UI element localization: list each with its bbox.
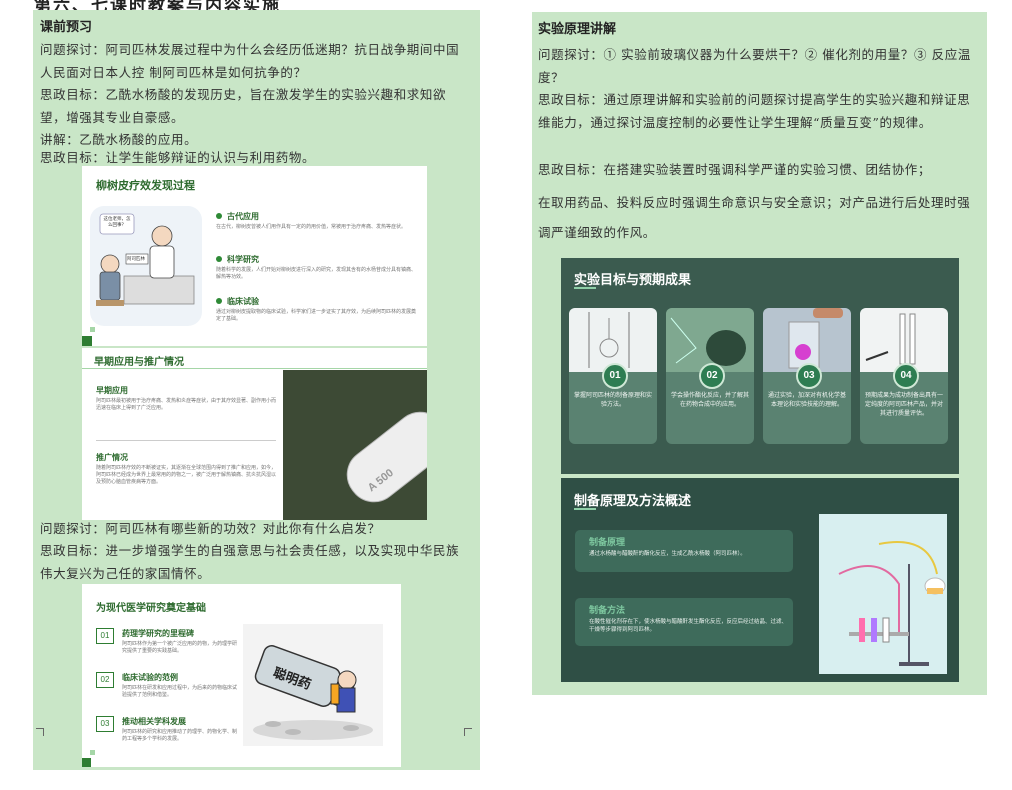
aspirin-sign: 阿司匹林 xyxy=(127,256,145,261)
left-paragraph-6: 思政目标：进一步增强学生的自强意思与社会责任感，以及实现中华民族伟大复兴为己任的… xyxy=(40,543,460,581)
item-head: 临床试验的范例 xyxy=(122,673,178,682)
card-text: 学会操作酯化反应，并了解其在药物合成中的应用。 xyxy=(671,393,750,408)
item-body: 阿司匹林作为第一个被广泛应用的药物，为药理学研究提供了重要的实践基础。 xyxy=(122,641,238,654)
item-body: 阿司匹林的研究和应用推动了药理学、药物化学、制药工程等多个学科的发展。 xyxy=(122,729,238,742)
step-number: 01 xyxy=(96,628,114,644)
card-number: 02 xyxy=(699,363,725,389)
doctor-patient-illustration: 这位老师，怎么回事？ 阿司匹林 xyxy=(90,206,202,326)
goal-card: 02 学会操作酯化反应，并了解其在药物合成中的应用。 xyxy=(666,308,754,444)
crop-mark xyxy=(36,728,44,736)
box-head: 制备原理 xyxy=(589,537,626,547)
right-paragraph-4: 在取用药品、投料反应时强调生命意识与安全意识；对产品进行后处理时强调严谨细致的作… xyxy=(538,195,971,240)
card-text: 掌握阿司匹林的制备原理和实验方法。 xyxy=(574,393,653,408)
section-title-principle: 实验原理讲解 xyxy=(538,22,617,37)
item-body: 阿司匹林最初被用于治疗疼痛、发热和炎症等症状，由于其疗效显著、副作用小而迅速在临… xyxy=(96,398,277,411)
slide-early-application: 早期应用与推广情况 早期应用 阿司匹林最初被用于治疗疼痛、发热和炎症等症状，由于… xyxy=(82,348,427,520)
title-underline xyxy=(574,508,596,510)
item-head: 推广情况 xyxy=(96,453,128,462)
right-paragraph-2: 思政目标：通过原理讲解和实验前的问题探讨提高学生的实验兴趣和辩证思维能力，通过探… xyxy=(538,92,971,130)
slide-title: 早期应用与推广情况 xyxy=(94,357,184,368)
step-number: 03 xyxy=(96,716,114,732)
item-head: 临床试验 xyxy=(227,297,259,306)
section-title-preview: 课前预习 xyxy=(40,20,93,35)
corner-deco xyxy=(82,336,92,346)
card-number: 04 xyxy=(893,363,919,389)
card-text: 通过实验，加深对有机化学基本理论和实验技能的理解。 xyxy=(768,393,847,408)
goal-card: 01 掌握阿司匹林的制备原理和实验方法。 xyxy=(569,308,657,444)
card-number: 03 xyxy=(796,363,822,389)
item-body: 在古代，柳树皮曾被人们用作具有一定的药用价值，常被用于治疗疼痛、发热等症状。 xyxy=(216,224,407,230)
bullet-dot xyxy=(216,298,222,304)
item-body: 阿司匹林在研发和应用过程中，为后来的药物临床试验提供了范例和借鉴。 xyxy=(122,685,238,698)
left-paragraph-1: 问题探讨：阿司匹林发展过程中为什么会经历低迷期？抗日战争期间中国人民面对日本人控… xyxy=(40,42,460,80)
slide-title: 实验目标与预期成果 xyxy=(574,272,692,287)
corner-deco xyxy=(90,750,95,755)
lab-apparatus-illustration xyxy=(819,514,947,674)
item-body: 通过对柳树皮提取物的临床试验，科学家们进一步证实了其疗效，为后续阿司匹林的发展奠… xyxy=(216,309,417,322)
principle-box: 制备原理 通过水杨酸与醋酸酐的酯化反应，生成乙酰水杨酸（阿司匹林）。 xyxy=(575,530,793,572)
speech-bubble: 这位老师，怎么回事？ xyxy=(103,216,131,227)
slide-modern-research: 为现代医学研究奠定基础 01 药理学研究的里程碑 阿司匹林作为第一个被广泛应用的… xyxy=(82,584,401,767)
bullet-dot xyxy=(216,213,222,219)
pill-bottle-illustration: 聪明药 xyxy=(243,624,383,746)
method-box: 制备方法 在酸性催化剂存在下，使水杨酸与醋酸酐发生酯化反应，反应后经过结晶、过滤… xyxy=(575,598,793,646)
box-body: 在酸性催化剂存在下，使水杨酸与醋酸酐发生酯化反应，反应后经过结晶、过滤、干燥等步… xyxy=(589,619,788,633)
item-head: 推动相关学科发展 xyxy=(122,717,186,726)
slide-title: 制备原理及方法概述 xyxy=(574,493,692,508)
divider xyxy=(96,440,276,441)
crop-mark xyxy=(464,728,472,736)
item-head: 早期应用 xyxy=(96,386,128,395)
bullet-dot xyxy=(216,256,222,262)
item-head: 科学研究 xyxy=(227,255,259,264)
item-body: 随着阿司匹林疗效的不断被证实，其逐渐在全球范围内得到了推广和应用，如今，阿司匹林… xyxy=(96,465,277,485)
card-number: 01 xyxy=(602,363,628,389)
goal-card: 04 预期成果为成功制备出具有一定纯度的阿司匹林产品，并对其进行质量评估。 xyxy=(860,308,948,444)
item-head: 药理学研究的里程碑 xyxy=(122,629,194,638)
item-body: 随着科学的发展，人们开始对柳树皮进行深入的研究，发现其含有的水杨苷成分具有镇痛、… xyxy=(216,267,417,280)
box-body: 通过水杨酸与醋酸酐的酯化反应，生成乙酰水杨酸（阿司匹林）。 xyxy=(589,551,746,557)
goal-card: 03 通过实验，加深对有机化学基本理论和实验技能的理解。 xyxy=(763,308,851,444)
card-text: 预期成果为成功制备出具有一定纯度的阿司匹林产品，并对其进行质量评估。 xyxy=(865,393,944,417)
left-paragraph-2: 思政目标：乙酰水杨酸的发现历史，旨在激发学生的实验兴趣和求知欲望，增强其专业自豪… xyxy=(40,87,447,125)
left-paragraph-5: 问题探讨：阿司匹林有哪些新的功效？对此你有什么启发？ xyxy=(40,521,381,536)
slide-title: 柳树皮疗效发现过程 xyxy=(96,180,195,192)
corner-deco xyxy=(82,758,91,767)
slide-willow-bark: 柳树皮疗效发现过程 这位老师，怎么回事？ 阿司匹林 古代应用 在古代，柳树皮曾被… xyxy=(82,166,427,346)
item-head: 古代应用 xyxy=(227,212,259,221)
corner-deco xyxy=(90,327,95,332)
right-paragraph-3: 思政目标：在搭建实验装置时强调科学严谨的实验习惯、团结协作； xyxy=(538,162,932,177)
pill-photo: A 500 xyxy=(283,370,427,520)
slide-experiment-goals: 实验目标与预期成果 01 掌握阿司匹林的制备原理和实验方法。 02 学会操作酯化… xyxy=(561,258,959,474)
title-underline xyxy=(574,287,596,289)
box-head: 制备方法 xyxy=(589,605,626,615)
slide-preparation-principle: 制备原理及方法概述 制备原理 通过水杨酸与醋酸酐的酯化反应，生成乙酰水杨酸（阿司… xyxy=(561,478,959,682)
step-number: 02 xyxy=(96,672,114,688)
right-paragraph-1: 问题探讨：① 实验前玻璃仪器为什么要烘干？② 催化剂的用量？③ 反应温度？ xyxy=(538,47,971,85)
slide-title: 为现代医学研究奠定基础 xyxy=(96,603,206,614)
title-rule xyxy=(82,368,427,369)
